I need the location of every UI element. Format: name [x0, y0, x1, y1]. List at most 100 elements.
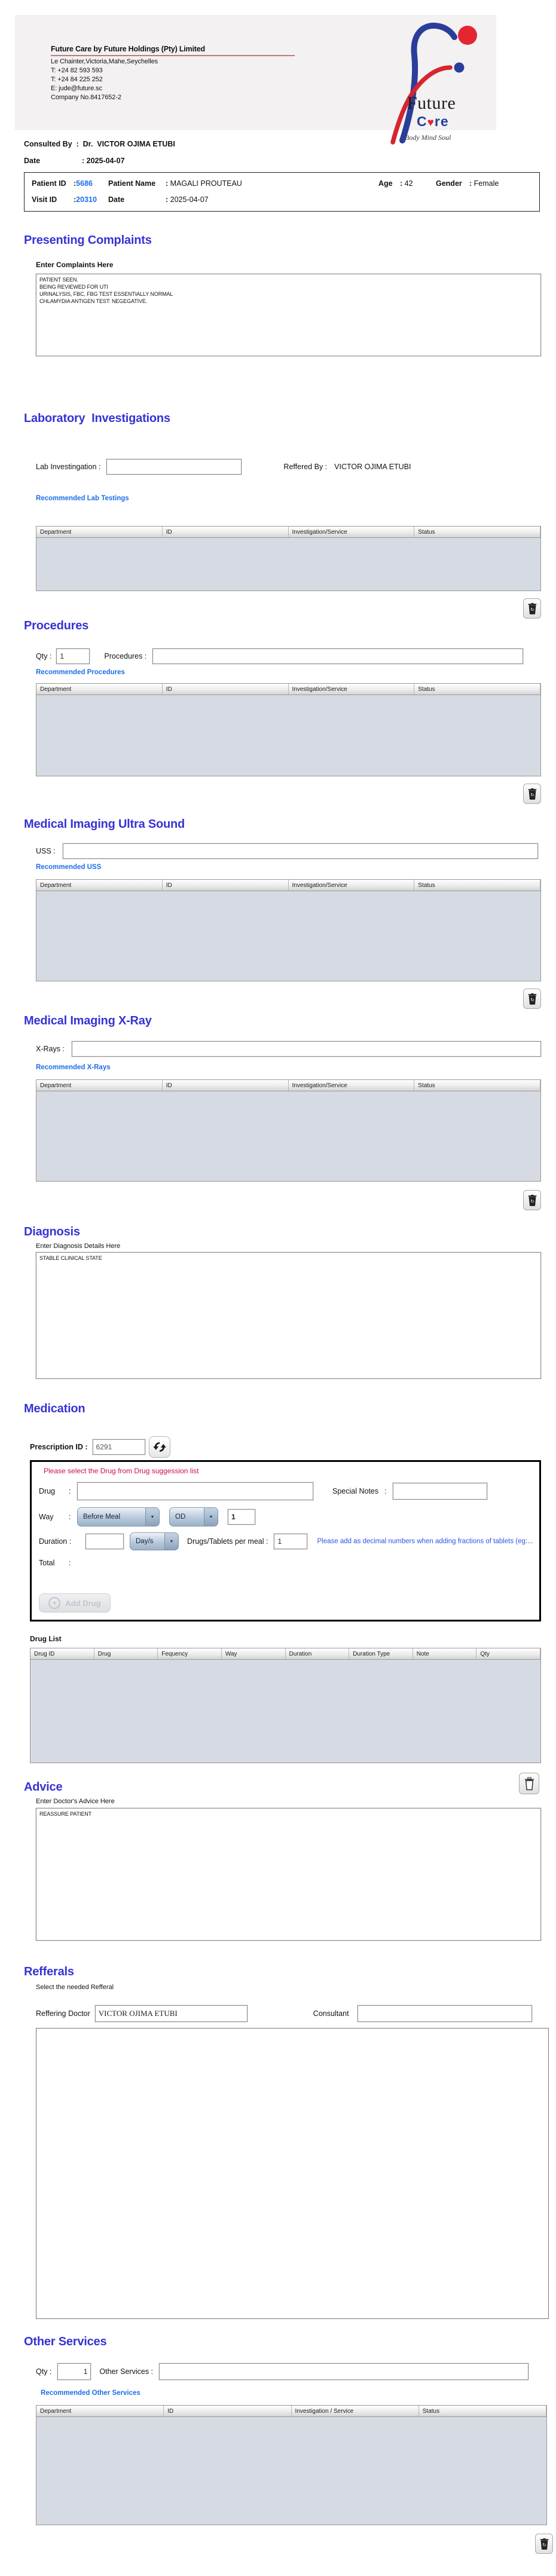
column-header-investigation[interactable]: Investigation/Service [289, 880, 415, 891]
column-header-department[interactable]: Department [36, 880, 163, 891]
column-header-note[interactable]: Note [413, 1648, 477, 1659]
drug-table-body [30, 1660, 540, 1763]
refresh-prescription-button[interactable] [148, 1436, 170, 1458]
column-header-frequency[interactable]: Fequency [158, 1648, 222, 1659]
drug-list-label: Drug List [30, 1635, 62, 1643]
section-title-laboratory-investigations: Laboratory Investigations [24, 412, 170, 425]
column-header-drug[interactable]: Drug [94, 1648, 158, 1659]
section-title-advice: Advice [24, 1780, 63, 1794]
column-header-duration[interactable]: Duration [286, 1648, 350, 1659]
lab-actions: ↻ [0, 598, 541, 619]
section-title-procedures: Procedures [24, 619, 89, 632]
medication-entry-box: Please select the Drug from Drug suggess… [30, 1460, 541, 1622]
consulted-by-label: Consulted By : Dr. [24, 140, 97, 148]
other-services-input[interactable] [159, 2363, 529, 2380]
column-header-id[interactable]: ID [163, 684, 289, 695]
procedures-qty-input[interactable] [56, 648, 90, 664]
diagnosis-textarea[interactable]: STABLE CLINICAL STATE [36, 1252, 541, 1379]
procedures-table-body [36, 695, 540, 776]
section-title-diagnosis: Diagnosis [24, 1225, 80, 1238]
patient-name-value: MAGALI PROUTEAU [170, 179, 242, 188]
xray-table-body [36, 1091, 540, 1181]
delete-uss-button[interactable]: ↻ [523, 989, 541, 1009]
other-qty-label: Qty : [36, 2367, 52, 2376]
column-header-investigation[interactable]: Investigation/Service [289, 1080, 415, 1091]
reffering-doctor-input[interactable] [94, 2005, 248, 2022]
other-actions: ↻ [0, 2534, 553, 2554]
refresh-icon [152, 1442, 166, 1452]
column-header-department[interactable]: Department [36, 527, 163, 537]
column-header-id[interactable]: ID [163, 880, 289, 891]
visit-date-value: 2025-04-07 [170, 195, 209, 204]
logo-care-c: C [417, 114, 427, 129]
column-header-investigation[interactable]: Investigation / Service [292, 2406, 419, 2416]
advice-textarea[interactable]: REASSURE PATIENT [36, 1808, 541, 1941]
delete-other-services-button[interactable]: ↻ [535, 2534, 553, 2554]
delete-lab-button[interactable]: ↻ [523, 598, 541, 619]
chevron-down-icon: ▼ [164, 1533, 178, 1550]
column-header-id[interactable]: ID [163, 527, 289, 537]
column-header-id[interactable]: ID [163, 1080, 289, 1091]
delete-advice-button[interactable] [519, 1773, 539, 1794]
delete-procedures-button[interactable]: ↻ [523, 784, 541, 804]
column-header-duration-type[interactable]: Duration Type [349, 1648, 413, 1659]
column-header-status[interactable]: Status [414, 1080, 540, 1091]
column-header-way[interactable]: Way [222, 1648, 286, 1659]
procedures-input[interactable] [152, 648, 524, 664]
column-header-investigation[interactable]: Investigation/Service [289, 684, 415, 695]
prescription-id-input[interactable] [92, 1439, 145, 1455]
recommended-other-services-label: Recommended Other Services [41, 2390, 140, 2397]
column-header-status[interactable]: Status [414, 880, 540, 891]
complaints-textarea[interactable]: PATIENT SEEN. BEING REVIEWED FOR UTI URI… [36, 274, 541, 356]
xray-input[interactable] [71, 1041, 541, 1057]
column-header-drug-id[interactable]: Drug ID [30, 1648, 94, 1659]
column-header-investigation[interactable]: Investigation/Service [289, 527, 415, 537]
column-header-department[interactable]: Department [36, 2406, 164, 2416]
decimal-note: Please add as decimal numbers when addin… [317, 1538, 533, 1545]
procedures-table-header: Department ID Investigation/Service Stat… [36, 684, 540, 695]
column-header-id[interactable]: ID [164, 2406, 292, 2416]
svg-text:↻: ↻ [530, 607, 534, 612]
section-title-xray: Medical Imaging X-Ray [24, 1014, 152, 1027]
gender-value: Female [473, 179, 499, 188]
consultant-input[interactable] [357, 2005, 532, 2022]
column-header-status[interactable]: Status [414, 527, 540, 537]
svg-text:↻: ↻ [542, 2542, 546, 2547]
drug-input[interactable] [77, 1482, 313, 1500]
way-select[interactable]: Before Meal ▼ [77, 1507, 160, 1526]
duration-unit-select[interactable]: Day/s ▼ [130, 1532, 179, 1550]
per-meal-input[interactable] [274, 1534, 308, 1549]
uss-input[interactable] [62, 843, 538, 859]
drug-list-table: Drug ID Drug Fequency Way Duration Durat… [30, 1648, 541, 1763]
refferal-list-box[interactable] [36, 2028, 549, 2319]
delete-xray-button[interactable]: ↻ [523, 1190, 541, 1210]
duration-input[interactable] [85, 1534, 124, 1549]
drug-table-header: Drug ID Drug Fequency Way Duration Durat… [30, 1648, 540, 1660]
column-header-status[interactable]: Status [414, 684, 540, 695]
special-notes-input[interactable] [393, 1483, 488, 1500]
procedures-table: Department ID Investigation/Service Stat… [36, 683, 541, 776]
way-qty-input[interactable] [228, 1509, 255, 1525]
other-table-body [36, 2417, 546, 2525]
column-header-department[interactable]: Department [36, 1080, 163, 1091]
diagnosis-label: Enter Diagnosis Details Here [36, 1243, 121, 1250]
procedures-label: Procedures : [104, 652, 147, 660]
chevron-down-icon: ▼ [204, 1508, 218, 1526]
lab-investigation-input[interactable] [106, 459, 242, 475]
column-header-department[interactable]: Department [36, 684, 163, 695]
add-drug-button[interactable]: + Add Drug [39, 1593, 111, 1613]
advice-header: Advice [24, 1773, 539, 1794]
column-header-status[interactable]: Status [419, 2406, 546, 2416]
prescription-id-label: Prescription ID : [30, 1443, 88, 1451]
way-label: Way [39, 1513, 54, 1521]
reffering-doctor-label: Reffering Doctor [36, 2009, 90, 2018]
consult-date-line: Date: 2025-04-07 [24, 157, 556, 165]
other-qty-input[interactable] [57, 2363, 91, 2380]
drug-suggestion-warning: Please select the Drug from Drug suggess… [44, 1467, 199, 1475]
visit-id-value: 20310 [76, 195, 97, 204]
uss-table: Department ID Investigation/Service Stat… [36, 879, 541, 981]
frequency-select[interactable]: OD ▼ [169, 1507, 218, 1526]
column-header-qty[interactable]: Qty [476, 1648, 540, 1659]
company-logo: Future C♥re Body Mind Soul [380, 18, 484, 145]
trash-outline-icon [524, 1777, 534, 1790]
